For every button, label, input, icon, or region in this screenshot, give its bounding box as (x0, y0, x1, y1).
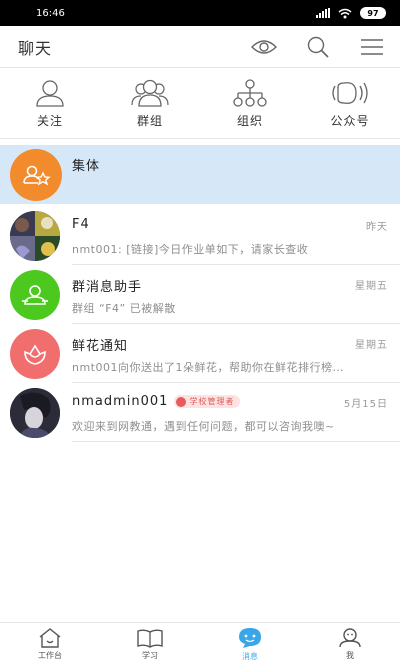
admin-badge: 学校管理者 (174, 395, 241, 408)
conversation-body: nmadmin001 学校管理者 5月15日 欢迎来到网教通，遇到任何问题，都可以… (72, 385, 400, 442)
admin-badge-label: 学校管理者 (189, 397, 235, 406)
status-bar: 16:46 97 (0, 0, 400, 26)
conversation-item[interactable]: 鲜花通知 星期五 nmt001向你送出了1朵鲜花，帮助你在鲜花排行榜… (0, 326, 400, 383)
conversation-body: F4 昨天 nmt001: [链接]今日作业单如下，请家长查收 (72, 208, 400, 265)
conversation-name: 集体 (72, 159, 101, 174)
category-label: 组织 (236, 114, 263, 128)
category-org[interactable]: 组织 (200, 69, 300, 138)
message-icon (239, 628, 261, 648)
nav-messages[interactable]: 消息 (200, 623, 300, 666)
group-icon (131, 78, 169, 108)
status-icons: 97 (316, 7, 386, 19)
signal-icon (316, 8, 330, 18)
avatar (10, 149, 62, 201)
conversation-preview: nmt001: [链接]今日作业单如下，请家长查收 (72, 243, 309, 256)
category-follow[interactable]: 关注 (0, 69, 100, 138)
conversation-item[interactable]: 群消息助手 星期五 群组 “F4” 已被解散 (0, 267, 400, 324)
avatar (10, 211, 60, 261)
category-groups[interactable]: 群组 (100, 69, 200, 138)
conversation-list: 集体 F4 昨天 nmt001: [链接]今日作业单如下，请家长查收 群消息助手… (0, 145, 400, 442)
nav-label: 学习 (142, 651, 158, 660)
conversation-preview: nmt001向你送出了1朵鲜花，帮助你在鲜花排行榜… (72, 361, 344, 374)
app-header: 聊天 (0, 26, 400, 68)
avatar (10, 329, 60, 379)
conversation-item[interactable]: nmadmin001 学校管理者 5月15日 欢迎来到网教通，遇到任何问题，都可以… (0, 385, 400, 442)
group-assistant-icon (22, 285, 48, 305)
person-icon (35, 78, 65, 108)
battery-indicator: 97 (360, 7, 386, 19)
bottom-nav: 工作台 学习 消息 我 (0, 622, 400, 666)
category-label: 关注 (36, 114, 63, 128)
nav-study[interactable]: 学习 (100, 623, 200, 666)
nav-me[interactable]: 我 (300, 623, 400, 666)
avatar (10, 388, 60, 438)
conversation-time: 昨天 (366, 222, 388, 233)
book-icon (137, 629, 163, 648)
group-star-icon (23, 165, 51, 186)
conversation-name: 鲜花通知 (72, 339, 129, 354)
page-title: 聊天 (18, 38, 53, 58)
nav-label: 工作台 (38, 651, 62, 660)
conversation-time: 5月15日 (343, 399, 388, 410)
conversation-item[interactable]: 集体 (0, 145, 400, 204)
nav-workbench[interactable]: 工作台 (0, 623, 100, 666)
menu-icon[interactable] (356, 31, 388, 63)
nav-label: 消息 (242, 652, 258, 661)
flower-icon (24, 344, 46, 365)
admin-badge-icon (176, 396, 187, 407)
eye-icon[interactable] (248, 31, 280, 63)
conversation-time: 星期五 (355, 340, 388, 351)
header-actions (248, 31, 388, 63)
conversation-name: nmadmin001 (72, 394, 169, 409)
conversation-time: 星期五 (355, 281, 388, 292)
conversation-name: F4 (72, 217, 90, 232)
profile-icon (339, 628, 361, 648)
avatar (10, 270, 60, 320)
conversation-body: 集体 (72, 145, 400, 204)
conversation-preview: 群组 “F4” 已被解散 (72, 302, 176, 315)
category-label: 群组 (136, 114, 163, 128)
conversation-item[interactable]: F4 昨天 nmt001: [链接]今日作业单如下，请家长查收 (0, 208, 400, 265)
conversation-name: 群消息助手 (72, 280, 143, 295)
org-chart-icon (233, 78, 267, 108)
conversation-body: 鲜花通知 星期五 nmt001向你送出了1朵鲜花，帮助你在鲜花排行榜… (72, 326, 400, 383)
broadcast-icon (330, 78, 370, 108)
conversation-name-wrapper: nmadmin001 学校管理者 (72, 394, 241, 409)
category-public-accounts[interactable]: 公众号 (300, 69, 400, 138)
status-time: 16:46 (36, 7, 65, 19)
category-label: 公众号 (330, 114, 370, 128)
search-icon[interactable] (302, 31, 334, 63)
conversation-preview: 欢迎来到网教通，遇到任何问题，都可以咨询我噢~ (72, 420, 335, 433)
category-row: 关注 群组 组织 公众号 (0, 69, 400, 139)
conversation-body: 群消息助手 星期五 群组 “F4” 已被解散 (72, 267, 400, 324)
home-icon (39, 628, 61, 648)
wifi-icon (338, 8, 352, 18)
nav-label: 我 (346, 651, 354, 660)
